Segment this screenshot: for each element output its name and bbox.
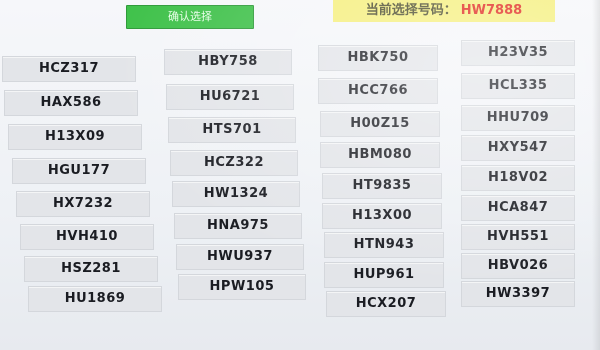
- plate-button[interactable]: H00Z15: [320, 111, 440, 137]
- plate-button[interactable]: HUP961: [324, 262, 444, 288]
- plate-button[interactable]: H13X00: [322, 203, 442, 229]
- plate-button[interactable]: HBV026: [461, 253, 575, 279]
- plate-button[interactable]: HVH551: [461, 224, 575, 250]
- plate-button[interactable]: HAX586: [4, 90, 138, 116]
- plate-button[interactable]: HW3397: [461, 281, 575, 307]
- plate-button[interactable]: HU1869: [28, 286, 162, 312]
- plate-button[interactable]: HCX207: [326, 291, 446, 317]
- plate-button[interactable]: HCC766: [318, 78, 438, 104]
- plate-button[interactable]: HU6721: [166, 84, 294, 110]
- plate-button[interactable]: HT9835: [322, 173, 442, 199]
- plate-button[interactable]: HBY758: [164, 49, 292, 75]
- screen-edge-shadow: [592, 0, 600, 350]
- plate-button[interactable]: HX7232: [16, 191, 150, 217]
- plate-button[interactable]: HNA975: [174, 213, 302, 239]
- plate-button[interactable]: H23V35: [461, 40, 575, 66]
- plate-button[interactable]: HCZ317: [2, 56, 136, 82]
- plate-button[interactable]: HBM080: [320, 142, 440, 168]
- plate-button[interactable]: H13X09: [8, 124, 142, 150]
- plate-button[interactable]: HW1324: [172, 181, 300, 207]
- plate-grid: HCZ317 HAX586 H13X09 HGU177 HX7232 HVH41…: [0, 0, 600, 350]
- plate-button[interactable]: HWU937: [176, 244, 304, 270]
- plate-button[interactable]: HTN943: [324, 232, 444, 258]
- plate-button[interactable]: HBK750: [318, 45, 438, 71]
- plate-button[interactable]: HSZ281: [24, 256, 158, 282]
- plate-button[interactable]: HCL335: [461, 73, 575, 99]
- plate-button[interactable]: HPW105: [178, 274, 306, 300]
- plate-button[interactable]: HVH410: [20, 224, 154, 250]
- license-plate-selection-screen: 确认选择 当前选择号码： HW7888 HCZ317 HAX586 H13X09 …: [0, 0, 600, 350]
- plate-button[interactable]: HCZ322: [170, 150, 298, 176]
- plate-button[interactable]: HCA847: [461, 195, 575, 221]
- plate-button[interactable]: HTS701: [168, 117, 296, 143]
- plate-button[interactable]: HHU709: [461, 105, 575, 131]
- plate-button[interactable]: H18V02: [461, 165, 575, 191]
- plate-button[interactable]: HXY547: [461, 135, 575, 161]
- plate-button[interactable]: HGU177: [12, 158, 146, 184]
